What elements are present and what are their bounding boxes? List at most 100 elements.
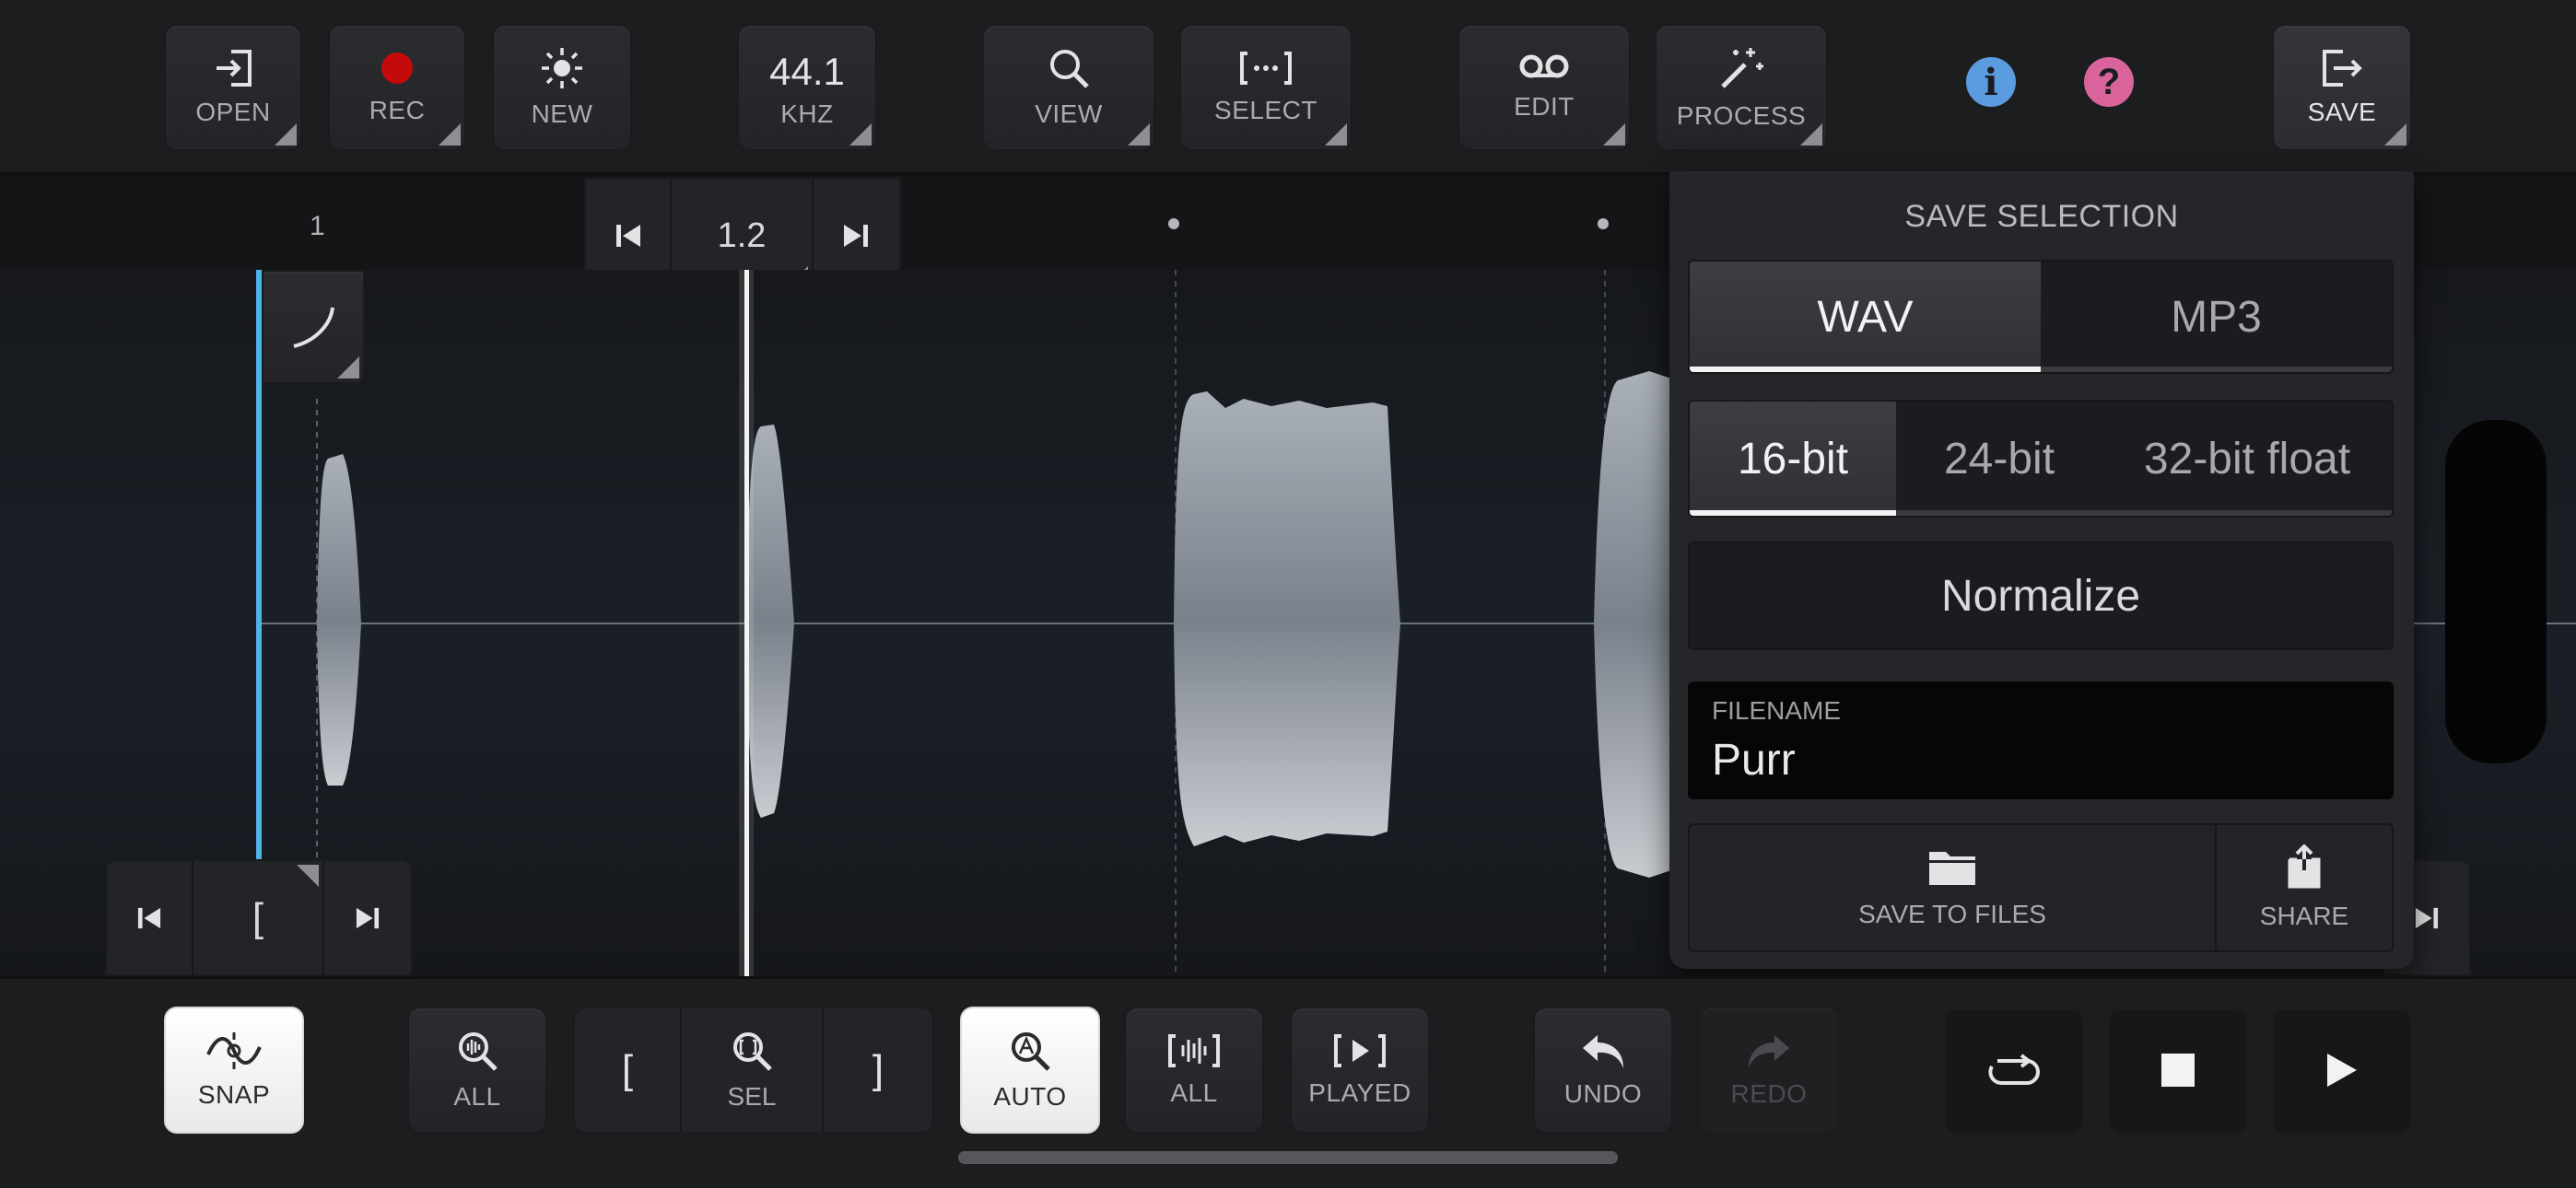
save-actions: SAVE TO FILES SHARE (1688, 823, 2394, 952)
select-label: SELECT (1214, 96, 1317, 124)
redo-icon (1749, 1035, 1789, 1068)
sun-icon (542, 48, 582, 88)
info-button[interactable]: i (1966, 57, 2016, 107)
auto-zoom-button[interactable]: AUTO (960, 1007, 1100, 1134)
record-icon (381, 52, 413, 84)
skip-forward-icon (2415, 907, 2439, 928)
save-selection-panel: SAVE SELECTION WAV MP3 16-bit 24-bit 32-… (1669, 171, 2414, 969)
selection-start-next-button[interactable] (324, 861, 411, 974)
open-label: OPEN (195, 98, 271, 126)
save-to-files-label: SAVE TO FILES (1858, 900, 2046, 928)
ruler-marker-label: 1 (310, 211, 325, 241)
share-button[interactable]: SHARE (2217, 825, 2392, 950)
filename-input[interactable]: Purr (1712, 735, 1796, 786)
magnifier-icon (1050, 50, 1089, 88)
bit-depth-option-32-float[interactable]: 32-bit float (2102, 402, 2392, 516)
new-button[interactable]: NEW (492, 24, 632, 151)
select-played-label: PLAYED (1308, 1078, 1411, 1107)
auto-zoom-icon (1012, 1032, 1050, 1071)
snap-icon (206, 1032, 262, 1069)
record-button[interactable]: REC (328, 24, 466, 151)
play-button[interactable] (2272, 1007, 2412, 1134)
zoom-wave-icon (459, 1032, 498, 1071)
format-option-wav[interactable]: WAV (1690, 262, 2041, 372)
undo-label: UNDO (1563, 1079, 1643, 1108)
process-button[interactable]: PROCESS (1655, 24, 1828, 151)
magic-wand-icon (1721, 48, 1763, 88)
folder-icon (1929, 852, 1975, 885)
zoom-all-label: ALL (453, 1082, 501, 1111)
redo-label: REDO (1730, 1079, 1808, 1108)
zoom-selection-label: SEL (727, 1082, 777, 1111)
snap-button[interactable]: SNAP (164, 1007, 304, 1134)
undo-icon (1583, 1035, 1623, 1068)
skip-forward-icon (844, 225, 869, 247)
edit-button[interactable]: EDIT (1458, 24, 1631, 151)
snap-label: SNAP (197, 1080, 271, 1109)
sample-rate-value: 44.1 (769, 50, 845, 93)
corner-marker (297, 865, 319, 887)
view-button[interactable]: VIEW (982, 24, 1155, 151)
zoom-selection-button[interactable]: SEL (682, 1008, 824, 1132)
info-icon: i (1984, 60, 1998, 104)
sample-rate-unit: KHZ (780, 99, 834, 128)
bit-depth-option-16[interactable]: 16-bit (1690, 402, 1896, 516)
process-label: PROCESS (1676, 101, 1807, 130)
help-button[interactable]: ? (2084, 57, 2134, 107)
filename-label: FILENAME (1712, 696, 1842, 725)
save-to-files-button[interactable]: SAVE TO FILES (1690, 825, 2217, 950)
open-button[interactable]: OPEN (164, 24, 302, 151)
selection-start-bracket: [ (252, 894, 264, 940)
skip-forward-icon (356, 907, 380, 928)
select-bracket-icon (1240, 52, 1292, 85)
selection-start-prev-button[interactable] (107, 861, 193, 974)
stop-button[interactable] (2108, 1007, 2248, 1134)
format-option-mp3[interactable]: MP3 (2041, 262, 2392, 372)
select-played-button[interactable]: PLAYED (1290, 1007, 1430, 1134)
save-panel-title: SAVE SELECTION (1904, 199, 2179, 234)
zoom-all-button[interactable]: ALL (407, 1007, 547, 1134)
home-indicator (958, 1151, 1618, 1164)
record-label: REC (369, 96, 426, 124)
select-button[interactable]: SELECT (1179, 24, 1352, 151)
zoom-sel-end-bracket: ] (872, 1047, 884, 1092)
loop-icon (1988, 1054, 2040, 1085)
auto-zoom-label: AUTO (993, 1082, 1067, 1111)
share-icon (2288, 844, 2321, 889)
save-label: SAVE (2307, 98, 2377, 126)
skip-back-icon (615, 225, 640, 247)
help-icon: ? (2097, 61, 2121, 102)
loop-button[interactable] (1944, 1007, 2084, 1134)
play-icon (2327, 1054, 2357, 1087)
zoom-selection-icon (733, 1032, 772, 1071)
selection-start-navigator: [ (105, 859, 413, 976)
redo-button[interactable]: REDO (1699, 1007, 1839, 1134)
bit-depth-option-24[interactable]: 24-bit (1896, 402, 2102, 516)
view-label: VIEW (1035, 99, 1103, 128)
select-played-icon (1334, 1034, 1386, 1067)
selection-start-value-button[interactable]: [ (193, 861, 324, 974)
filename-field[interactable]: FILENAME Purr (1688, 681, 2394, 799)
undo-button[interactable]: UNDO (1533, 1007, 1673, 1134)
top-toolbar: OPEN REC NEW 44.1 KHZ VIEW SELECT EDIT P… (0, 0, 2576, 175)
save-button[interactable]: SAVE (2272, 24, 2412, 151)
zoom-sel-start-bracket: [ (621, 1047, 634, 1092)
normalize-toggle[interactable]: Normalize (1688, 542, 2394, 650)
ruler-dot (1598, 218, 1609, 229)
select-all-button[interactable]: ALL (1124, 1007, 1264, 1134)
sample-rate-button[interactable]: 44.1 KHZ (737, 24, 877, 151)
vertical-scroll-handle[interactable] (2445, 420, 2547, 763)
fade-handle-button[interactable] (262, 270, 365, 384)
export-icon (2323, 50, 2362, 87)
stop-icon (2161, 1054, 2195, 1087)
zoom-sel-start-button[interactable]: [ (575, 1008, 682, 1132)
tape-icon (1519, 54, 1569, 78)
bit-depth-selector: 16-bit 24-bit 32-bit float (1688, 400, 2394, 518)
skip-back-icon (137, 907, 161, 928)
new-label: NEW (531, 99, 593, 128)
open-icon (217, 50, 252, 87)
zoom-sel-end-button[interactable]: ] (824, 1008, 932, 1132)
share-label: SHARE (2259, 902, 2349, 930)
edit-label: EDIT (1514, 92, 1575, 121)
position-value: 1.2 (717, 215, 767, 255)
